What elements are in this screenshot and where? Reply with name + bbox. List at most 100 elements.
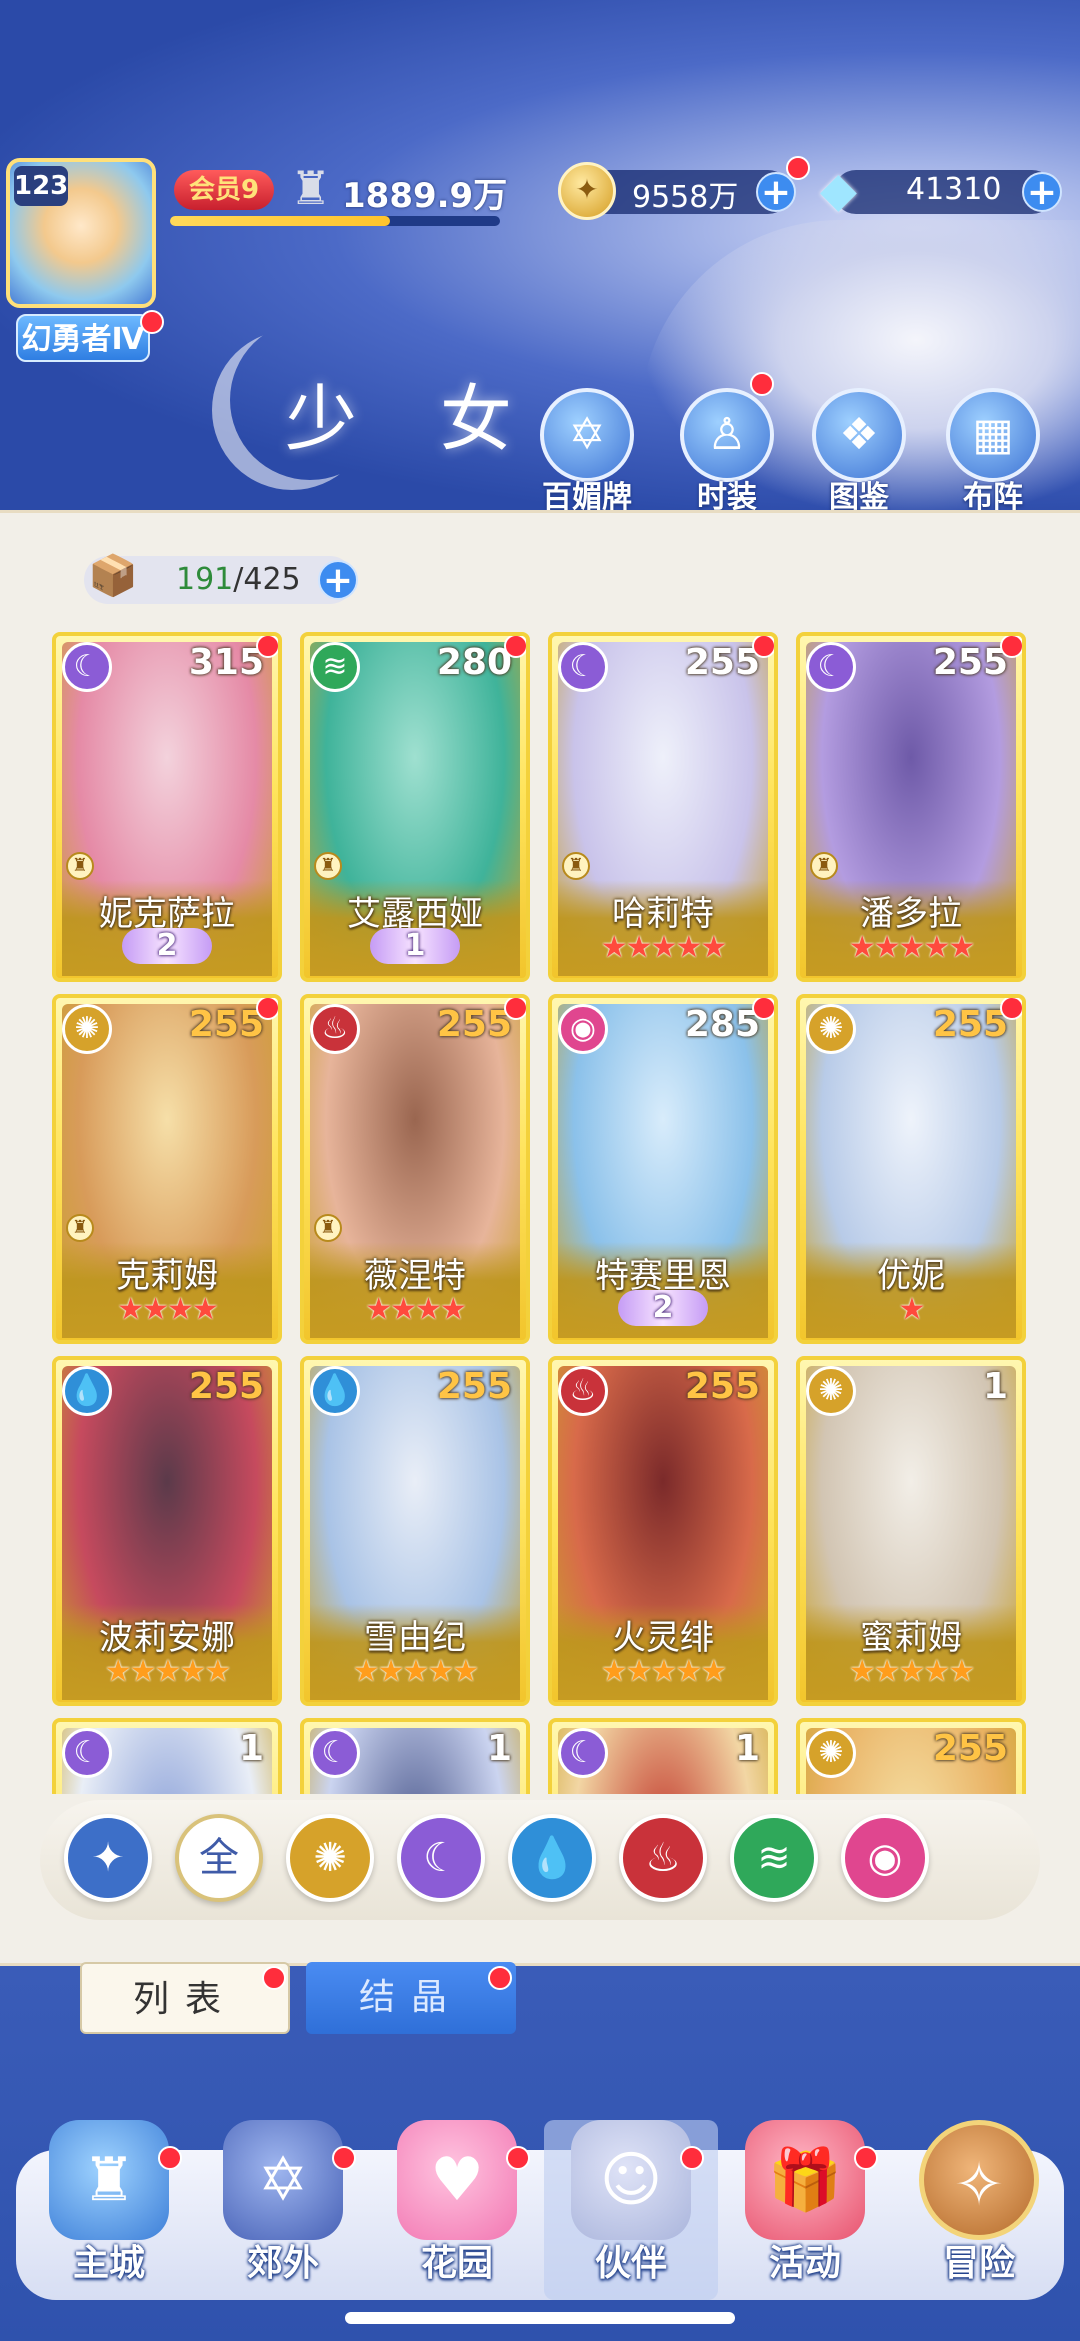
star-rating: ★★★★ [117, 1292, 219, 1327]
character-card[interactable]: ☾ 1 [300, 1718, 530, 1794]
character-name: 潘多拉 [860, 894, 962, 934]
partner-icon: ☺ [571, 2120, 691, 2240]
light-element-icon: ✺ [313, 1835, 347, 1881]
compass-icon: ✧ [919, 2120, 1039, 2240]
player-level-badge: 123 [14, 166, 68, 206]
character-card[interactable]: ✺ 255 ♜ 克莉姆 ★★★★ [52, 994, 282, 1344]
moon-element-filter-button[interactable]: ☾ [397, 1814, 485, 1902]
player-title-badge[interactable]: 幻勇者Ⅳ [16, 314, 150, 362]
collection-counter: 📦 191/425 [84, 553, 354, 604]
character-level: 255 [932, 642, 1008, 683]
character-level: 255 [436, 1366, 512, 1407]
star-rating: ★★★★★ [352, 1654, 479, 1689]
character-level: 255 [932, 1004, 1008, 1045]
gold-notification-dot [786, 156, 810, 180]
tab-crystal[interactable]: 结晶 [306, 1962, 516, 2034]
element-filter-bar: ✦ 全 ✺ ☾ 💧 ♨ ≋ ◉ [40, 1800, 1040, 1920]
character-level: 255 [684, 642, 760, 683]
character-card[interactable]: ☾ 255 ♜ 潘多拉 ★★★★★ [796, 632, 1026, 982]
character-card[interactable]: ◉ 285 特赛里恩 2 [548, 994, 778, 1344]
gem-icon: ◆ [820, 162, 857, 218]
card-icon: ✡ [540, 388, 634, 482]
character-card[interactable]: ☾ 1 [52, 1718, 282, 1794]
all-filter-button[interactable]: 全 [175, 1814, 263, 1902]
moon-element-icon: ☾ [62, 642, 112, 692]
character-level: 255 [188, 1366, 264, 1407]
moon-element-icon: ☾ [806, 642, 856, 692]
gold-coin-icon: ✦ [558, 162, 616, 220]
water-element-filter-button[interactable]: 💧 [508, 1814, 596, 1902]
collection-total: /425 [233, 562, 301, 597]
character-name: 雪由纪 [364, 1618, 466, 1658]
character-card[interactable]: ☾ 255 ♜ 哈莉特 ★★★★★ [548, 632, 778, 982]
water-element-icon: 💧 [527, 1835, 577, 1881]
character-name: 波莉安娜 [99, 1618, 235, 1658]
character-card[interactable]: 💧 255 雪由纪 ★★★★★ [300, 1356, 530, 1706]
quick-button-outfit[interactable]: ♙ 时装 [672, 388, 782, 516]
tab-list[interactable]: 列表 [80, 1962, 290, 2034]
add-gold-button[interactable]: + [756, 172, 796, 212]
character-card[interactable]: ✺ 1 蜜莉姆 ★★★★★ [796, 1356, 1026, 1706]
character-level: 315 [188, 642, 264, 683]
charm-element-filter-button[interactable]: ◉ [841, 1814, 929, 1902]
card-notification-dot [504, 636, 526, 658]
quick-button-gallery[interactable]: ❖ 图鉴 [804, 388, 914, 516]
vip-badge[interactable]: 会员9 [174, 170, 274, 210]
character-card[interactable]: ☾ 1 [548, 1718, 778, 1794]
fire-element-icon: ♨ [310, 1004, 360, 1054]
wind-element-filter-button[interactable]: ≋ [730, 1814, 818, 1902]
rookie-icon: ♜ [66, 852, 94, 880]
heart-garden-icon: ♥ [397, 2120, 517, 2240]
nav-label: 活动 [768, 2243, 841, 2284]
character-name: 克莉姆 [116, 1256, 218, 1296]
character-card[interactable]: ☾ 315 ♜ 妮克萨拉 2 [52, 632, 282, 982]
nav-label: 花园 [420, 2243, 493, 2284]
moon-element-icon: ☾ [558, 1728, 608, 1778]
quick-button-formation[interactable]: ▦ 布阵 [938, 388, 1048, 516]
sort-filter-button[interactable]: ✦ [64, 1814, 152, 1902]
quick-button-cards[interactable]: ✡ 百媚牌 [532, 388, 642, 516]
light-element-icon: ✺ [806, 1004, 856, 1054]
character-level: 285 [684, 1004, 760, 1045]
character-card[interactable]: 💧 255 波莉安娜 ★★★★★ [52, 1356, 282, 1706]
card-notification-dot [256, 998, 278, 1020]
character-name: 哈莉特 [612, 894, 714, 934]
card-notification-dot [752, 998, 774, 1020]
character-card[interactable]: ♨ 255 火灵绯 ★★★★★ [548, 1356, 778, 1706]
card-notification-dot [1000, 636, 1022, 658]
rookie-icon: ♜ [562, 852, 590, 880]
card-notification-dot [256, 636, 278, 658]
collection-count: 191 [176, 562, 234, 597]
character-name: 蜜莉姆 [860, 1618, 962, 1658]
character-card[interactable]: ✺ 255 优妮 ★ [796, 994, 1026, 1344]
title-notification-dot [140, 310, 164, 334]
power-icon: ♜ [290, 161, 332, 215]
fire-element-icon: ♨ [645, 1835, 681, 1881]
character-card[interactable]: ♨ 255 ♜ 薇涅特 ★★★★ [300, 994, 530, 1344]
star-rating: ★ [898, 1292, 926, 1327]
light-element-filter-button[interactable]: ✺ [286, 1814, 374, 1902]
nav-label: 郊外 [246, 2243, 319, 2284]
wind-element-icon: ≋ [310, 642, 360, 692]
moon-element-icon: ☾ [310, 1728, 360, 1778]
expand-collection-button[interactable]: + [318, 560, 358, 600]
character-level: 1 [238, 1728, 264, 1769]
star-rating: ★★★★★ [848, 1654, 975, 1689]
rookie-icon: ♜ [810, 852, 838, 880]
gem-amount: 41310 [906, 172, 1002, 207]
character-grid: ☾ 315 ♜ 妮克萨拉 2 ≋ 280 ♜ 艾露西娅 1 ☾ 255 ♜ 哈莉特 ★★★★★ ☾ 255 ♜ 潘多… [52, 632, 1028, 1794]
nav-label: 冒险 [942, 2243, 1015, 2284]
character-level: 1 [486, 1728, 512, 1769]
moon-element-icon: ☾ [558, 642, 608, 692]
sort-icon: ✦ [91, 1835, 125, 1881]
rank-wing-badge: 1 [370, 928, 460, 964]
star-rating: ★★★★★ [600, 1654, 727, 1689]
add-gem-button[interactable]: + [1022, 172, 1062, 212]
character-card[interactable]: ✺ 255 [796, 1718, 1026, 1794]
nav-notification-dot [854, 2146, 878, 2170]
nav-item-compass[interactable]: ✧ 冒险 [892, 2120, 1066, 2300]
card-notification-dot [752, 636, 774, 658]
character-level: 255 [188, 1004, 264, 1045]
character-card[interactable]: ≋ 280 ♜ 艾露西娅 1 [300, 632, 530, 982]
fire-element-filter-button[interactable]: ♨ [619, 1814, 707, 1902]
